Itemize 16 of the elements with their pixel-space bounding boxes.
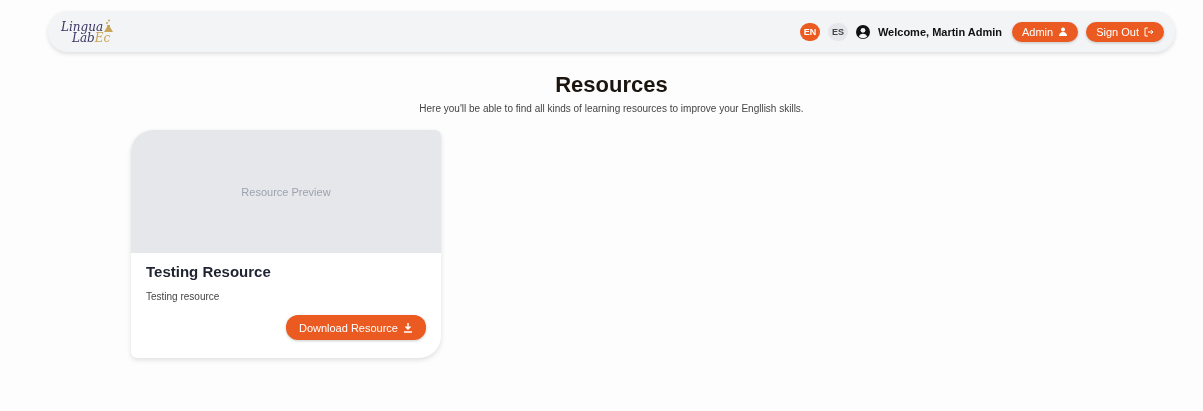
admin-button[interactable]: Admin [1012,21,1079,42]
welcome-text: Welcome, Martin Admin [877,25,1002,38]
resource-title: Testing Resource [146,263,272,280]
sign-out-icon [1144,26,1154,37]
user-icon [855,24,870,39]
download-button[interactable]: Download Resource [285,315,426,340]
page-subtitle: Here you'll be able to find all kinds of learning resources to improve your Engllish skills. [418,103,805,114]
logo[interactable]: Lingua LabEc [61,19,114,44]
page-title: Resources [554,72,669,98]
download-icon [403,322,413,333]
flask-icon [104,19,114,33]
sign-out-button[interactable]: Sign Out [1086,21,1164,42]
preview-label: Resource Preview [241,185,331,198]
language-toggle[interactable]: EN [799,22,820,41]
resource-description: Testing resource [146,291,221,302]
language-toggle[interactable]: ES [827,22,848,41]
